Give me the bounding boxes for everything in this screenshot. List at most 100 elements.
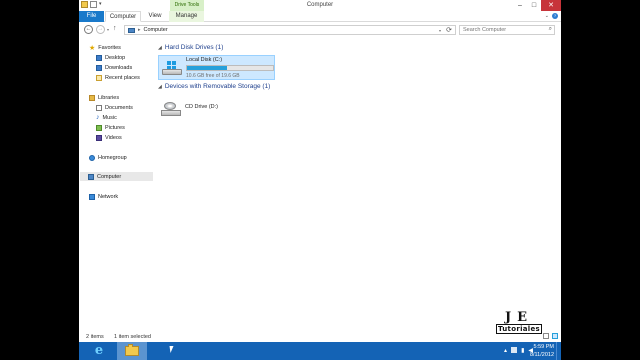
nav-item-label: Downloads	[105, 64, 133, 71]
nav-downloads[interactable]: Downloads	[96, 63, 132, 72]
up-button[interactable]: ↑	[113, 25, 117, 32]
music-icon: ♪	[96, 114, 100, 121]
drive-name: CD Drive (D:)	[185, 104, 218, 110]
tab-view[interactable]: View	[142, 11, 168, 22]
context-tab-group-label: Drive Tools	[170, 0, 204, 11]
qat-dropdown-icon[interactable]: ▾	[99, 1, 102, 8]
drive-usage-fill	[187, 66, 227, 70]
taskbar: e ▴ ▮ ◀ 5:59 PM 8/11/2012	[79, 342, 561, 360]
recent-locations-dropdown-icon[interactable]: ▾	[107, 27, 109, 32]
help-icon[interactable]: ?	[552, 13, 558, 19]
close-button[interactable]: ✕	[541, 0, 561, 11]
mouse-cursor-icon	[169, 346, 175, 353]
address-bar[interactable]: ▸ Computer ▾ ⟳	[124, 25, 456, 35]
tab-computer[interactable]: Computer	[105, 11, 141, 22]
nav-favorites[interactable]: ★ Favorites	[89, 43, 121, 52]
pictures-icon	[96, 124, 102, 131]
nav-desktop[interactable]: Desktop	[96, 53, 125, 62]
ribbon-tabs: File Computer View Manage ⌄ ?	[79, 11, 561, 22]
tab-manage[interactable]: Manage	[169, 11, 204, 22]
nav-item-label: Pictures	[105, 124, 125, 131]
system-tray: ▴ ▮ ◀	[504, 347, 533, 354]
nav-pictures[interactable]: Pictures	[96, 123, 125, 132]
nav-recent-places[interactable]: Recent places	[96, 73, 140, 82]
nav-homegroup[interactable]: Homegroup	[89, 153, 127, 162]
group-header-hard-disk-drives[interactable]: ◢ Hard Disk Drives (1)	[158, 44, 223, 51]
group-header-removable-storage[interactable]: ◢ Devices with Removable Storage (1)	[158, 83, 270, 90]
star-icon: ★	[89, 44, 96, 52]
nav-music[interactable]: ♪ Music	[96, 113, 117, 122]
breadcrumb-computer[interactable]: Computer	[144, 27, 168, 33]
nav-item-label: Homegroup	[98, 154, 127, 161]
watermark-initials: JE	[504, 310, 534, 325]
group-header-label: Hard Disk Drives (1)	[164, 44, 224, 51]
nav-item-label: Videos	[105, 134, 122, 141]
action-center-icon[interactable]	[511, 347, 518, 353]
homegroup-icon	[89, 154, 95, 161]
collapse-chevron-icon[interactable]: ◢	[158, 45, 162, 51]
hard-drive-icon	[162, 61, 182, 76]
forward-button[interactable]: →	[96, 25, 105, 34]
drive-tile-cd-drive[interactable]: CD Drive (D:)	[158, 100, 275, 120]
drive-usage-bar	[186, 65, 274, 71]
minimize-button[interactable]: –	[513, 0, 527, 11]
window-controls: – □ ✕	[513, 0, 561, 11]
navigation-pane: ★ Favorites Desktop Downloads Recent pla…	[79, 40, 156, 330]
watermark-logo: JE Tutoriales	[493, 311, 545, 341]
drive-name: Local Disk (C:)	[186, 57, 223, 63]
refresh-icon[interactable]: ⟳	[446, 26, 452, 34]
nav-libraries[interactable]: Libraries	[89, 93, 119, 102]
status-item-count: 2 items	[86, 334, 104, 340]
window-title: Computer	[306, 2, 334, 8]
nav-item-label: Desktop	[105, 54, 126, 61]
nav-item-label: Music	[102, 114, 117, 121]
computer-icon	[88, 173, 94, 180]
title-bar[interactable]: ▾ Drive Tools Computer – □ ✕	[79, 0, 561, 11]
properties-icon[interactable]	[81, 1, 88, 8]
search-input[interactable]	[460, 26, 543, 34]
internet-explorer-icon[interactable]: e	[89, 344, 109, 359]
nav-videos[interactable]: Videos	[96, 133, 122, 142]
drive-tile-local-disk[interactable]: Local Disk (C:) 10.6 GB free of 19.6 GB	[158, 55, 275, 80]
clock-time: 5:59 PM	[533, 344, 554, 350]
navigation-bar: ← → ▾ ↑ ▸ Computer ▾ ⟳ ⌕	[79, 23, 561, 37]
nav-documents[interactable]: Documents	[96, 103, 133, 112]
nav-network[interactable]: Network	[89, 192, 118, 201]
status-selected-count: 1 item selected	[114, 334, 151, 340]
chevron-down-icon[interactable]: ⌄	[545, 13, 549, 19]
address-dropdown-icon[interactable]: ▾	[439, 28, 441, 33]
recent-places-icon	[96, 74, 102, 81]
computer-icon	[128, 27, 135, 33]
nav-item-label: Favorites	[98, 44, 121, 51]
cd-drive-icon	[161, 102, 181, 118]
collapse-chevron-icon[interactable]: ◢	[158, 84, 162, 90]
tab-file[interactable]: File	[79, 11, 104, 22]
downloads-icon	[96, 64, 102, 71]
maximize-button[interactable]: □	[527, 0, 541, 11]
new-folder-icon[interactable]	[90, 1, 97, 8]
network-tray-icon[interactable]: ▮	[521, 347, 524, 354]
libraries-icon	[89, 94, 95, 101]
search-icon[interactable]: ⌕	[549, 26, 552, 33]
nav-item-label: Documents	[105, 104, 133, 111]
search-box[interactable]: ⌕	[459, 25, 555, 35]
status-bar: 2 items 1 item selected	[79, 330, 561, 342]
videos-icon	[96, 134, 102, 141]
tray-arrow-icon[interactable]: ▴	[504, 347, 507, 354]
group-header-label: Devices with Removable Storage (1)	[164, 83, 271, 90]
back-button[interactable]: ←	[84, 25, 93, 34]
documents-icon	[96, 104, 102, 111]
nav-computer[interactable]: Computer	[80, 172, 153, 181]
nav-item-label: Network	[98, 193, 119, 200]
clock-date: 8/11/2012	[529, 352, 554, 358]
folder-icon	[125, 344, 139, 356]
nav-item-label: Libraries	[98, 94, 120, 101]
taskbar-clock[interactable]: 5:59 PM 8/11/2012	[530, 343, 554, 359]
file-explorer-taskbar-button[interactable]	[117, 342, 147, 360]
tiles-view-icon[interactable]	[552, 333, 558, 339]
show-desktop-button[interactable]	[556, 342, 561, 360]
nav-item-label: Computer	[97, 173, 122, 180]
content-area: ◢ Hard Disk Drives (1) Local Disk (C:) 1…	[156, 40, 561, 330]
desktop-icon	[96, 54, 102, 61]
breadcrumb-separator[interactable]: ▸	[138, 27, 141, 33]
